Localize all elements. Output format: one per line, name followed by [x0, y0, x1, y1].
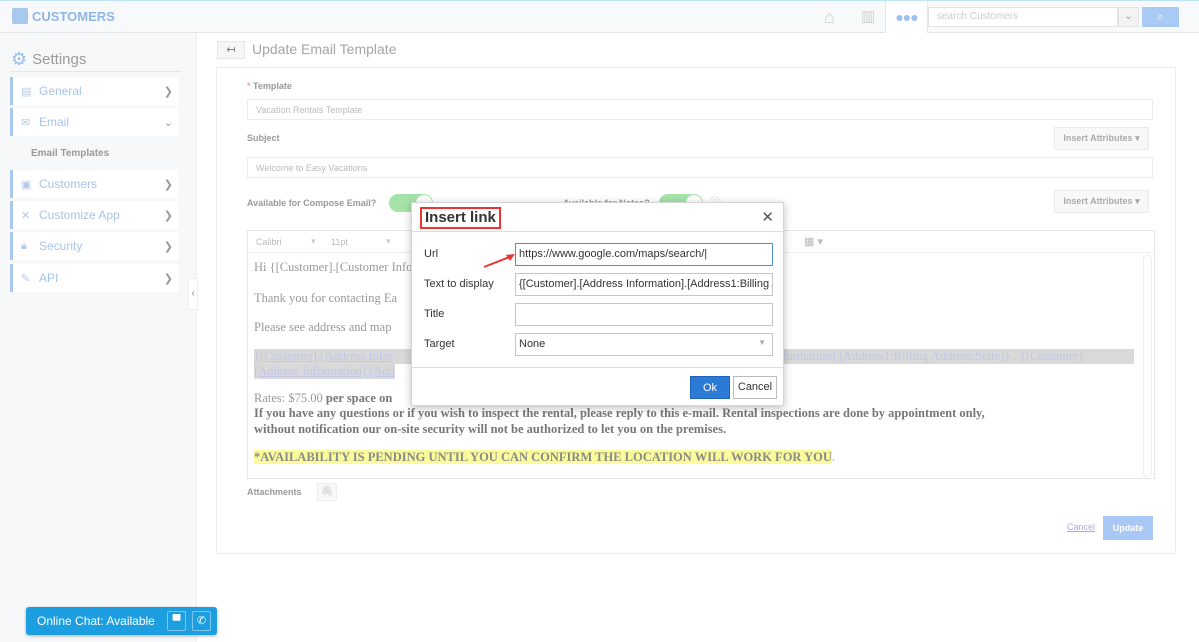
- editor-line: Thank you for contacting Ea: [254, 291, 398, 305]
- table-icon[interactable]: ▦ ▾: [804, 235, 823, 248]
- attachments-label: Attachments: [247, 487, 302, 497]
- divider: [412, 367, 783, 368]
- availability-notice: *AVAILABILITY IS PENDING UNTIL YOU CAN C…: [254, 450, 836, 464]
- sidebar-subitem-email-templates[interactable]: Email Templates: [31, 148, 109, 159]
- close-icon[interactable]: ✕: [761, 208, 774, 226]
- sidebar-item-label: API: [39, 271, 59, 285]
- font-select[interactable]: Calibri: [256, 237, 311, 247]
- customers-icon: ▣: [21, 178, 32, 191]
- cancel-link[interactable]: Cancel: [1067, 522, 1095, 532]
- paperclip-icon[interactable]: 🖇︎: [317, 483, 337, 501]
- cancel-button[interactable]: Cancel: [733, 376, 777, 399]
- app-title: CUSTOMERS: [32, 8, 115, 24]
- url-input[interactable]: https://www.google.com/maps/search/|: [515, 243, 773, 266]
- editor-line: Hi {[Customer].[Customer Info: [254, 260, 413, 274]
- chart-icon[interactable]: ▥: [861, 7, 875, 25]
- chevron-down-icon: ⌄: [163, 116, 173, 129]
- sidebar-item-general[interactable]: ▤ General ❯: [10, 77, 178, 105]
- title-input[interactable]: [515, 303, 773, 326]
- target-select[interactable]: None ▼: [515, 333, 773, 356]
- chevron-right-icon: ❯: [163, 85, 173, 98]
- building-icon: [12, 8, 28, 24]
- dialog-title: Insert link: [420, 207, 501, 229]
- editor-line: without notification our on-site securit…: [254, 422, 727, 436]
- top-bar: CUSTOMERS ⌂ ▥ ●●● search Customers ⌄ ⌕: [0, 0, 1199, 33]
- divider: [10, 71, 182, 72]
- subject-label: Subject: [247, 133, 280, 143]
- sidebar-item-label: Email: [39, 115, 70, 129]
- chat-label: Online Chat: Available: [37, 614, 155, 628]
- template-input[interactable]: Vacation Rentals Template: [247, 99, 1153, 120]
- more-icon[interactable]: ●●●: [885, 1, 928, 33]
- sidebar-item-security[interactable]: 🔒︎ Security ❯: [10, 232, 178, 260]
- sidebar-item-customize-app[interactable]: ✕ Customize App ❯: [10, 201, 178, 229]
- chevron-right-icon: ❯: [163, 240, 173, 253]
- tools-icon: ✕: [21, 209, 31, 222]
- home-icon[interactable]: ⌂: [824, 7, 835, 28]
- rates-line: Rates: $75.00 per space on: [254, 391, 393, 405]
- search-icon: ⌕: [1157, 11, 1164, 23]
- phone-icon[interactable]: ✆: [192, 611, 211, 631]
- chevron-right-icon: ❯: [163, 178, 173, 191]
- app-logo[interactable]: CUSTOMERS: [12, 8, 115, 24]
- chat-bubble-icon[interactable]: ▀: [167, 611, 186, 631]
- update-button[interactable]: Update: [1103, 516, 1153, 540]
- chevron-down-icon[interactable]: ⌄: [1118, 7, 1139, 27]
- template-label: * Template: [247, 81, 292, 91]
- size-select[interactable]: 11pt: [331, 237, 386, 247]
- chevron-right-icon: ❯: [163, 272, 173, 285]
- envelope-icon: ✉: [21, 116, 31, 129]
- url-label: Url: [424, 248, 439, 260]
- text-to-display-input[interactable]: {[Customer].[Address Information].[Addre…: [515, 273, 773, 296]
- monitor-icon: ▤: [21, 85, 32, 98]
- address-link-line-2: [Address Information].[Add: [254, 364, 395, 379]
- ok-button[interactable]: Ok: [690, 376, 730, 399]
- title-label: Title: [424, 308, 445, 320]
- subject-input[interactable]: Welcome to Easy Vacations: [247, 157, 1153, 178]
- editor-line: If you have any questions or if you wish…: [254, 406, 985, 420]
- compose-label: Available for Compose Email?: [247, 198, 377, 208]
- gear-icon: ⚙: [11, 49, 28, 69]
- sidebar-item-label: Customers: [39, 177, 98, 191]
- search-button[interactable]: ⌕: [1142, 7, 1179, 27]
- search-input[interactable]: search Customers: [928, 7, 1118, 27]
- collapse-sidebar-button[interactable]: ‹: [188, 278, 198, 310]
- online-chat-widget[interactable]: Online Chat: Available ▀ ✆: [26, 607, 217, 635]
- sidebar-item-api[interactable]: ✎ API ❯: [10, 264, 178, 292]
- insert-link-dialog: Insert link ✕ Url https://www.google.com/…: [411, 202, 784, 406]
- target-label: Target: [424, 338, 455, 350]
- insert-attributes-button[interactable]: Insert Attributes ▾: [1054, 127, 1149, 150]
- text-to-display-label: Text to display: [424, 278, 494, 290]
- sidebar-item-email[interactable]: ✉ Email ⌄: [10, 108, 178, 136]
- annotation-arrow-icon: [483, 254, 515, 268]
- settings-title: Settings: [32, 51, 87, 68]
- editor-line: Please see address and map: [254, 320, 392, 334]
- sidebar: ⚙ Settings ▤ General ❯ ✉ Email ⌄ Email Templa…: [0, 33, 197, 642]
- sidebar-item-label: General: [39, 84, 82, 98]
- insert-attributes-button-2[interactable]: Insert Attributes ▾: [1054, 190, 1149, 213]
- settings-heading: ⚙ Settings: [11, 49, 86, 70]
- plug-icon: ✎: [21, 272, 31, 285]
- chevron-down-icon: ▼: [758, 338, 766, 347]
- chevron-right-icon: ❯: [163, 209, 173, 222]
- sidebar-item-label: Security: [39, 239, 83, 253]
- sidebar-item-label: Customize App: [39, 208, 120, 222]
- back-button[interactable]: ↤: [217, 41, 245, 59]
- sidebar-item-customers[interactable]: ▣ Customers ❯: [10, 170, 178, 198]
- editor-scrollbar[interactable]: [1143, 255, 1152, 477]
- page-title: Update Email Template: [252, 41, 397, 57]
- lock-icon: 🔒︎: [21, 239, 27, 252]
